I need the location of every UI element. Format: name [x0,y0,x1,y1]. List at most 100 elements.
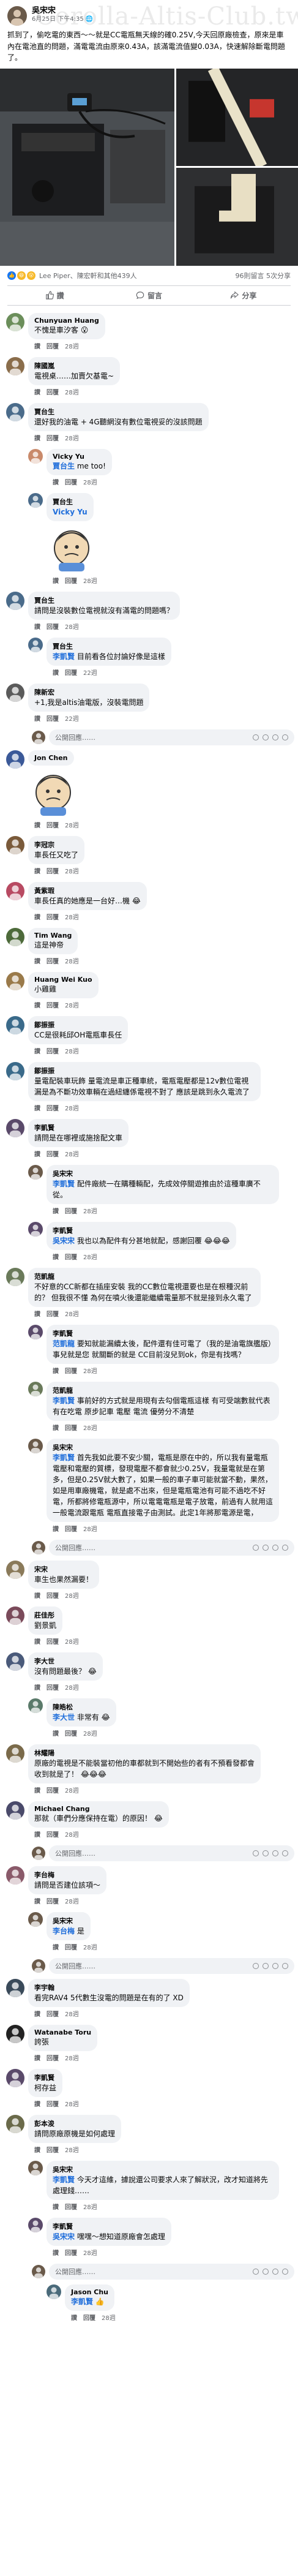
commenter-name[interactable]: 黃紫瑕 [34,886,141,895]
fuse-box-photo-2[interactable] [176,168,298,266]
commenter-name[interactable]: 吳宋宋 [53,1916,84,1926]
mention-link[interactable]: 李凱賢 [53,2175,75,2184]
comment-reply-link[interactable]: 回覆 [47,912,59,921]
emoji-icon[interactable] [253,1962,259,1969]
mention-link[interactable]: 李凱賢 [53,1180,75,1188]
comment-like-link[interactable]: 讚 [53,1206,59,1215]
commenter-avatar[interactable] [6,1606,24,1625]
comment-like-link[interactable]: 讚 [34,820,40,829]
reply-input[interactable]: 公開回應…… [49,1539,294,1556]
comment-reply-link[interactable]: 回覆 [47,1000,59,1009]
commenter-avatar[interactable] [6,1801,24,1820]
commenter-name[interactable]: Michael Chang [34,1805,163,1813]
commenter-avatar[interactable] [6,2024,24,2043]
commenter-name[interactable]: 賈台生 [34,595,174,605]
engine-bay-photo[interactable] [0,68,174,266]
comment-time[interactable]: 28週 [65,1000,79,1009]
commenter-name[interactable]: 李台梅 [34,1870,100,1880]
comment-reply-link[interactable]: 回覆 [65,1366,77,1375]
comment-time[interactable]: 28週 [65,866,79,875]
comment-reply-link[interactable]: 回覆 [65,1206,77,1215]
comment-time[interactable]: 28週 [65,622,79,631]
mention-link[interactable]: Vicky Yu [53,508,88,516]
sticker-icon[interactable] [282,1850,288,1856]
emoji-icon[interactable] [253,1544,259,1551]
gif-icon[interactable] [272,1544,278,1551]
commenter-avatar[interactable] [6,971,24,990]
commenter-name[interactable]: Chunyuan Huang [34,317,99,325]
mention-link[interactable]: 李凱賢 [53,1453,75,1462]
commenter-name[interactable]: 宋宋 [34,1564,93,1574]
comment-like-link[interactable]: 讚 [53,2248,59,2257]
comment-time[interactable]: 28週 [83,1206,97,1215]
comment-reply-link[interactable]: 回覆 [47,433,59,442]
comment-time[interactable]: 28週 [83,576,97,585]
commenter-avatar[interactable] [32,1846,45,1860]
comment-time[interactable]: 28週 [65,912,79,921]
mention-link[interactable]: 范凱龍 [53,1339,75,1348]
commenter-avatar[interactable] [6,356,24,375]
comment-reply-link[interactable]: 回覆 [65,668,77,677]
commenter-name[interactable]: 賈台生 [53,497,88,507]
camera-icon[interactable] [263,1962,269,1969]
commenter-avatar[interactable] [6,1015,24,1034]
commenter-name[interactable]: 彭本浚 [34,2118,115,2128]
comment-time[interactable]: 28週 [83,477,97,486]
gif-icon[interactable] [272,1962,278,1969]
comment-like-link[interactable]: 讚 [34,714,40,723]
comment-like-link[interactable]: 讚 [34,1309,40,1318]
camera-icon[interactable] [263,1544,269,1551]
commenter-name[interactable]: 鄒振振 [34,1066,255,1075]
commenter-name[interactable]: 范凱龍 [53,1385,273,1395]
comment-reply-link[interactable]: 回覆 [47,622,59,631]
commenter-name[interactable]: 吳宋宋 [53,1442,273,1452]
comment-time[interactable]: 22週 [83,668,97,677]
comment-time[interactable]: 28週 [65,2099,79,2108]
commenter-avatar[interactable] [6,881,24,900]
commenter-name[interactable]: 李冠宗 [34,840,78,849]
comment-like-link[interactable]: 讚 [34,1829,40,1839]
comment-time[interactable]: 28週 [83,2248,97,2257]
commenter-name[interactable]: 李凱賢 [53,2221,165,2231]
commenter-avatar[interactable] [6,835,24,854]
commenter-name[interactable]: Vicky Yu [53,453,106,461]
comment-like-link[interactable]: 讚 [53,576,59,585]
commenter-avatar[interactable] [6,1744,24,1763]
comment-time[interactable]: 28週 [65,1896,79,1905]
commenter-avatar[interactable] [28,1324,43,1339]
commenter-avatar[interactable] [28,637,43,652]
comment-reply-link[interactable]: 回覆 [47,1591,59,1600]
comment-reply-link[interactable]: 回覆 [65,1942,77,1951]
comment-reply-link[interactable]: 回覆 [65,1728,77,1738]
mention-link[interactable]: 李凱賢 [53,1396,75,1405]
gif-icon[interactable] [272,734,278,740]
comment-time[interactable]: 28週 [102,2313,116,2322]
camera-icon[interactable] [263,1850,269,1856]
comment-button[interactable]: 留言 [102,286,196,305]
comment-reply-link[interactable]: 回覆 [47,341,59,350]
comment-reply-link[interactable]: 回覆 [65,1252,77,1261]
comment-time[interactable]: 28週 [65,2145,79,2154]
comment-time[interactable]: 28週 [65,387,79,396]
commenter-name[interactable]: 李大世 [34,1656,97,1666]
mention-link[interactable]: 吳宋宋 [53,1237,75,1245]
comment-reply-link[interactable]: 回覆 [47,1046,59,1055]
comment-reply-link[interactable]: 回覆 [47,2145,59,2154]
comment-time[interactable]: 28週 [65,2009,79,2018]
commenter-name[interactable]: 李凱賢 [53,1226,230,1235]
commenter-name[interactable]: 李宇翰 [34,1983,184,1992]
commenter-name[interactable]: 賈台生 [53,641,165,651]
comment-like-link[interactable]: 讚 [34,433,40,442]
gif-icon[interactable] [272,2268,278,2275]
comment-like-link[interactable]: 讚 [34,1103,40,1112]
comment-time[interactable]: 28週 [65,1636,79,1646]
comment-time[interactable]: 28週 [65,1149,79,1158]
comment-time[interactable]: 28週 [65,1682,79,1692]
comment-time[interactable]: 28週 [65,341,79,350]
commenter-avatar[interactable] [6,927,24,946]
commenter-name[interactable]: 賈台生 [34,407,203,416]
commenter-name[interactable]: 李凱賢 [34,1123,122,1132]
comment-time[interactable]: 28週 [65,433,79,442]
comment-time[interactable]: 28週 [83,1366,97,1375]
commenter-avatar[interactable] [6,1866,24,1885]
